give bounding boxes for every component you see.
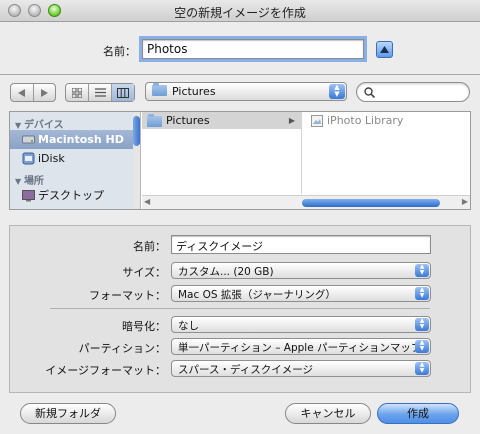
- location-label: Pictures: [172, 85, 216, 98]
- sidebar: ▼ デバイス Macintosh HD iDisk ▼ 場所 デスクトップ: [10, 112, 141, 209]
- forward-button[interactable]: [34, 84, 56, 101]
- name-label: 名前：: [133, 240, 166, 253]
- browser-column-1: Pictures ▶: [142, 112, 302, 194]
- disclosure-triangle-icon: ▼: [15, 177, 24, 186]
- sidebar-item-macintosh-hd[interactable]: Macintosh HD: [10, 130, 134, 149]
- popup-arrows-icon: ▲ ▼: [329, 84, 345, 99]
- image-options-panel: 名前： ディスクイメージ サイズ： カスタム... (20 GB) ▲ ▼ フォー…: [9, 225, 471, 393]
- image-format-popup[interactable]: スパース・ディスクイメージ ▲ ▼: [171, 360, 431, 377]
- search-field[interactable]: [356, 82, 470, 102]
- list-view-icon: [94, 88, 106, 97]
- browser-scroll-thumb[interactable]: [302, 199, 440, 207]
- popup-arrows-icon: ▲ ▼: [415, 287, 429, 300]
- options-separator: [50, 308, 430, 309]
- cancel-button[interactable]: キャンセル: [285, 403, 371, 424]
- create-button[interactable]: 作成: [377, 403, 459, 424]
- back-forward-control[interactable]: [10, 83, 56, 102]
- size-popup[interactable]: カスタム... (20 GB) ▲ ▼: [171, 262, 431, 279]
- format-label: フォーマット：: [89, 289, 166, 302]
- location-popup[interactable]: Pictures ▲ ▼: [145, 82, 347, 101]
- folder-icon: [147, 114, 162, 127]
- column-item-iphoto-library[interactable]: iPhoto Library: [303, 112, 469, 129]
- file-browser: ▼ デバイス Macintosh HD iDisk ▼ 場所 デスクトップ Pi…: [9, 111, 471, 210]
- window-title: 空の新規イメージを作成: [174, 6, 306, 20]
- iphoto-library-icon: [311, 115, 323, 127]
- encryption-label: 暗号化：: [122, 320, 166, 333]
- new-folder-button[interactable]: 新規フォルダ: [20, 403, 116, 424]
- size-label: サイズ：: [122, 266, 166, 279]
- sidebar-item-idisk[interactable]: iDisk: [10, 149, 134, 168]
- back-button[interactable]: [11, 84, 34, 101]
- image-name-field[interactable]: ディスクイメージ: [171, 235, 431, 254]
- scroll-left-arrow-icon[interactable]: ◀: [144, 197, 150, 206]
- sidebar-places-header[interactable]: ▼ 場所: [15, 172, 44, 187]
- popup-arrows-icon: ▲ ▼: [415, 318, 429, 331]
- sidebar-item-desktop[interactable]: デスクトップ: [10, 186, 134, 205]
- forward-arrow-icon: [40, 88, 48, 97]
- disclosure-triangle-icon: ▼: [15, 121, 24, 130]
- browser-horizontal-scrollbar[interactable]: ◀ ▶: [142, 195, 470, 209]
- partition-label: パーティション：: [78, 342, 166, 355]
- save-as-field[interactable]: Photos: [139, 36, 367, 62]
- chevron-right-icon: ▶: [288, 116, 295, 125]
- header-separator: [0, 74, 480, 75]
- title-bar: 空の新規イメージを作成: [0, 0, 480, 22]
- folder-icon: [152, 83, 167, 96]
- collapse-browser-button[interactable]: [376, 41, 393, 58]
- column-item-pictures[interactable]: Pictures ▶: [142, 112, 301, 129]
- sidebar-scrollbar[interactable]: [133, 112, 140, 209]
- popup-arrows-icon: ▲ ▼: [415, 362, 429, 375]
- list-view-button[interactable]: [89, 84, 112, 101]
- magnifier-icon: [364, 87, 375, 98]
- encryption-popup[interactable]: なし ▲ ▼: [171, 316, 431, 333]
- image-format-label: イメージフォーマット：: [45, 364, 166, 377]
- icon-view-icon: [72, 87, 82, 98]
- save-as-label: 名前：: [103, 45, 136, 58]
- icon-view-button[interactable]: [66, 84, 89, 101]
- idisk-icon: [22, 152, 35, 165]
- sidebar-devices-header[interactable]: ▼ デバイス: [15, 116, 64, 131]
- column-view-icon: [117, 87, 129, 98]
- format-popup[interactable]: Mac OS 拡張（ジャーナリング） ▲ ▼: [171, 285, 431, 302]
- desktop-icon: [22, 190, 35, 202]
- column-view-button[interactable]: [112, 84, 134, 101]
- popup-arrows-icon: ▲ ▼: [415, 340, 429, 353]
- back-arrow-icon: [18, 88, 26, 97]
- partition-popup[interactable]: 単一パーティション – Apple パーティションマップ ▲ ▼: [171, 338, 431, 355]
- triangle-up-icon: [380, 46, 389, 53]
- browser-column-2: iPhoto Library: [303, 112, 470, 194]
- hard-drive-icon: [22, 135, 35, 144]
- popup-arrows-icon: ▲ ▼: [415, 264, 429, 277]
- scroll-right-arrow-icon[interactable]: ▶: [462, 197, 468, 206]
- view-mode-control[interactable]: [65, 83, 135, 102]
- sidebar-scroll-thumb[interactable]: [133, 116, 140, 146]
